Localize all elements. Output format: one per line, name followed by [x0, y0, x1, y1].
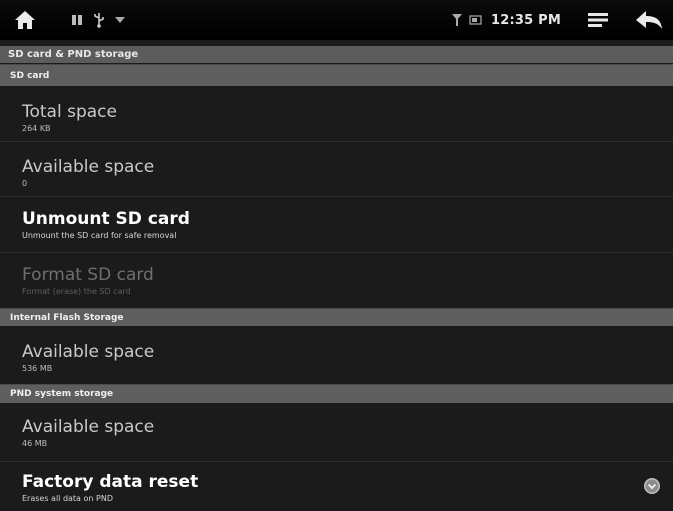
item-label: Factory data reset: [22, 472, 199, 492]
list-item-sd-available-space: Available space 0: [0, 142, 673, 197]
section-header-pnd-system: PND system storage: [0, 384, 673, 403]
chevron-right-icon[interactable]: [643, 477, 661, 495]
item-description: Format (erase) the SD card: [22, 287, 131, 296]
status-bar-right: 12:35 PM: [451, 0, 673, 40]
list-item-unmount-sd-card[interactable]: Unmount SD card Unmount the SD card for …: [0, 197, 673, 253]
item-label: Available space: [22, 342, 155, 362]
section-header-sd-card: SD card: [0, 64, 673, 86]
battery-icon: [469, 15, 482, 25]
storage-settings-screen: 12:35 PM SD card & PND storage SD card T…: [0, 0, 673, 511]
item-value: 536 MB: [22, 364, 53, 373]
item-label: Unmount SD card: [22, 209, 190, 229]
item-label: Total space: [22, 102, 117, 122]
notification-area: [70, 12, 126, 28]
list-item-format-sd-card[interactable]: Format SD card Format (erase) the SD car…: [0, 253, 673, 308]
notification-icon: [72, 15, 82, 25]
usb-icon: [94, 13, 104, 28]
status-time: 12:35 PM: [491, 12, 561, 28]
signal-icon: [115, 17, 125, 23]
list-item-total-space: Total space 264 KB: [0, 87, 673, 142]
list-item-factory-data-reset[interactable]: Factory data reset Erases all data on PN…: [0, 462, 673, 511]
item-value: 0: [22, 179, 28, 188]
menu-icon[interactable]: [587, 12, 609, 28]
item-value: 264 KB: [22, 124, 51, 133]
signal-strength-icon: [452, 14, 463, 26]
list-item-pnd-available-space: Available space 46 MB: [0, 404, 673, 462]
section-header-internal-flash: Internal Flash Storage: [0, 308, 673, 326]
status-bar: 12:35 PM: [0, 0, 673, 40]
item-label: Format SD card: [22, 265, 154, 285]
item-description: Unmount the SD card for safe removal: [22, 231, 177, 240]
item-description: Erases all data on PND: [22, 494, 113, 503]
item-label: Available space: [22, 417, 155, 437]
back-icon[interactable]: [635, 9, 663, 31]
item-value: 46 MB: [22, 439, 48, 448]
list-item-internal-available-space: Available space 536 MB: [0, 327, 673, 383]
item-label: Available space: [22, 157, 155, 177]
page-title: SD card & PND storage: [0, 46, 673, 63]
home-icon[interactable]: [14, 9, 36, 31]
